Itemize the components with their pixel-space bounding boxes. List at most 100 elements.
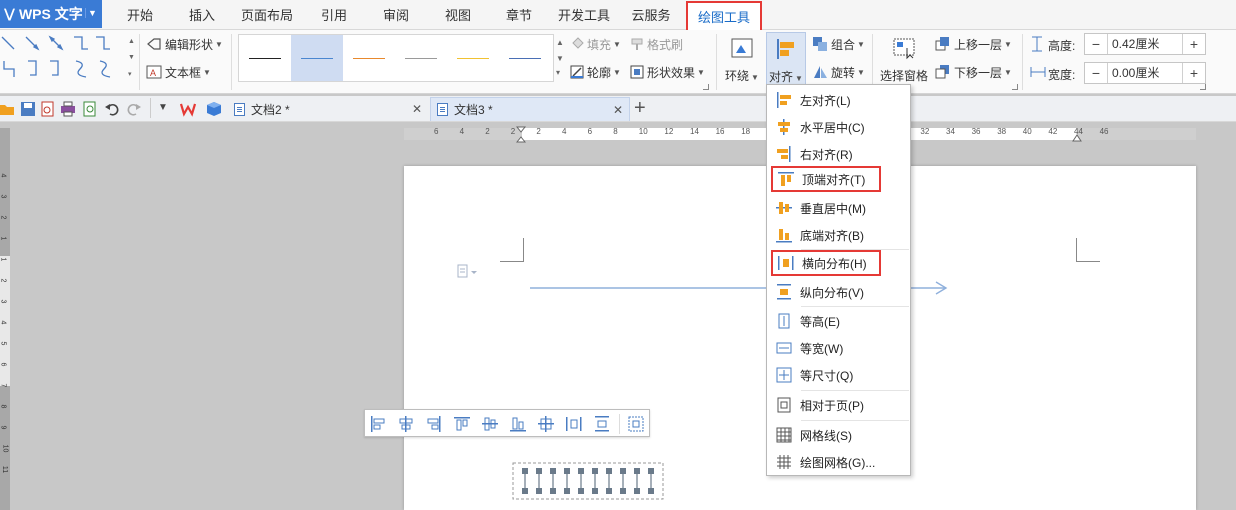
width-spinner[interactable]: − 0.00厘米 + [1084,62,1206,84]
align-button[interactable]: 对齐 ▼ [766,32,806,90]
menu-item-align-right[interactable]: 右对齐(R) [767,141,910,167]
rotate-button[interactable]: 旋转 ▼ [812,61,865,83]
undo-icon[interactable] [104,101,120,117]
height-spinner[interactable]: − 0.42厘米 + [1084,33,1206,55]
shape-effect-button[interactable]: 形状效果 ▼ [630,61,705,83]
distribute-vertical-icon[interactable] [593,415,611,433]
close-tab-icon[interactable]: ✕ [613,103,623,117]
menu-item-align-left[interactable]: 左对齐(L) [767,87,910,113]
width-input[interactable]: 0.00厘米 [1107,63,1183,83]
fill-button[interactable]: 填充 ▼ [570,33,621,55]
align-bottom-icon[interactable] [509,415,527,433]
dialog-launcher-icon[interactable] [703,84,709,90]
menu-item-distribute-horizontal[interactable]: 横向分布(H) [771,250,881,276]
open-folder-icon[interactable] [0,101,16,117]
ruler-number: 2 [485,127,490,136]
menu-item-align-top[interactable]: 顶端对齐(T) [771,166,881,192]
menu-item-distribute-vertical[interactable]: 纵向分布(V) [767,279,910,305]
line-style-swatch[interactable] [499,35,551,81]
paste-options-icon[interactable] [456,264,488,280]
menu-item-align-bottom[interactable]: 底端对齐(B) [767,222,910,248]
save-icon[interactable] [20,101,36,117]
line-style-swatch[interactable] [447,35,499,81]
line-style-swatch[interactable] [343,35,395,81]
menu-item-label: 右对齐(R) [800,147,853,162]
right-indent-marker-icon[interactable] [1072,132,1082,142]
line-style-swatch[interactable] [395,35,447,81]
menu-divider [801,420,909,421]
menu-item-align-middle[interactable]: 垂直居中(M) [767,195,910,221]
customize-toolbar-icon[interactable]: ▼ [158,102,168,113]
scroll-up-icon[interactable]: ▲ [556,38,564,47]
tab-drawing-tools[interactable]: 绘图工具 [686,1,762,30]
dialog-launcher-icon[interactable] [1012,84,1018,90]
line-style-swatch[interactable] [239,35,291,81]
indent-marker-icon[interactable] [516,126,526,144]
doc-tab-2[interactable]: 文档3 * ✕ [430,97,630,121]
align-center-both-icon[interactable] [537,415,555,433]
tab-insert[interactable]: 插入 [174,0,230,30]
tab-page-layout[interactable]: 页面布局 [236,0,298,30]
tab-start[interactable]: 开始 [112,0,168,30]
bring-forward-button[interactable]: 上移一层 ▼ [935,33,1012,55]
dialog-launcher-icon[interactable] [1200,84,1206,90]
menu-item-drawing-grid[interactable]: 绘图网格(G)... [767,449,910,475]
align-center-icon[interactable] [397,415,415,433]
same-width-icon [776,342,792,354]
distributed-shapes-selection[interactable] [512,462,664,502]
ruler-number: 3 [0,299,7,304]
edit-shape-button[interactable]: 编辑形状 ▼ [146,33,223,55]
ruler-number: 2 [0,278,7,283]
connector-shapes-gallery[interactable] [0,33,130,85]
chevron-down-icon[interactable]: ▼ [85,8,99,18]
expand-gallery-icon[interactable]: ▾ [556,68,560,77]
align-left-icon[interactable] [369,415,387,433]
menu-item-same-height[interactable]: 等高(E) [767,308,910,334]
menu-item-relative-to-page[interactable]: 相对于页(P) [767,392,910,418]
vertical-ruler[interactable]: 4 3 2 1 1 2 3 4 5 6 7 8 9 10 11 [0,128,10,510]
text-box-button[interactable]: A 文本框 ▼ [146,61,211,83]
print-icon[interactable] [60,101,76,117]
align-right-icon[interactable] [425,415,443,433]
decrease-width-button[interactable]: − [1085,63,1107,83]
tab-section[interactable]: 章节 [491,0,547,30]
menu-item-label: 垂直居中(M) [800,201,866,216]
increase-width-button[interactable]: + [1183,63,1205,83]
menu-item-same-size[interactable]: 等尺寸(Q) [767,362,910,388]
align-middle-icon[interactable] [481,415,499,433]
format-painter-button[interactable]: 格式刷 [630,33,683,55]
redo-icon[interactable] [126,101,142,117]
tab-developer[interactable]: 开发工具 [552,0,616,30]
relative-to-page-icon[interactable] [627,415,645,433]
outline-button[interactable]: 轮廓 ▼ [570,61,621,83]
group-button[interactable]: 组合 ▼ [812,33,865,55]
align-top-icon[interactable] [453,415,471,433]
scroll-down-icon[interactable]: ▼ [556,54,564,63]
print-preview-icon[interactable] [82,101,98,117]
menu-item-gridlines[interactable]: 网格线(S) [767,422,910,448]
cloud-cube-icon[interactable] [206,101,222,117]
new-tab-icon[interactable]: + [634,97,646,119]
line-style-swatch[interactable] [291,35,343,81]
line-style-gallery[interactable] [238,34,554,82]
tab-review[interactable]: 审阅 [368,0,424,30]
line-gallery-scroll[interactable]: ▲ ▼ ▾ [554,34,566,82]
export-pdf-icon[interactable] [40,101,56,117]
tab-references[interactable]: 引用 [306,0,362,30]
increase-height-button[interactable]: + [1183,34,1205,54]
tab-view[interactable]: 视图 [430,0,486,30]
menu-item-align-center[interactable]: 水平居中(C) [767,114,910,140]
close-tab-icon[interactable]: ✕ [412,102,422,116]
decrease-height-button[interactable]: − [1085,34,1107,54]
wps-app-menu[interactable]: ⋁ WPS 文字 ▼ [0,0,102,28]
wrap-button[interactable]: 环绕 ▼ [722,32,762,90]
shapes-gallery-scroll[interactable]: ▲ ▼ ▾ [128,34,138,86]
doc-tab-1[interactable]: 文档2 * ✕ [228,97,428,121]
wps-w-logo-icon[interactable] [180,101,196,117]
tab-cloud-service[interactable]: 云服务 [622,0,680,30]
distribute-horizontal-icon[interactable] [565,415,583,433]
send-backward-button[interactable]: 下移一层 ▼ [935,61,1012,83]
menu-item-same-width[interactable]: 等宽(W) [767,335,910,361]
height-input[interactable]: 0.42厘米 [1107,34,1183,54]
selection-pane-button[interactable]: 选择窗格 [878,32,930,90]
